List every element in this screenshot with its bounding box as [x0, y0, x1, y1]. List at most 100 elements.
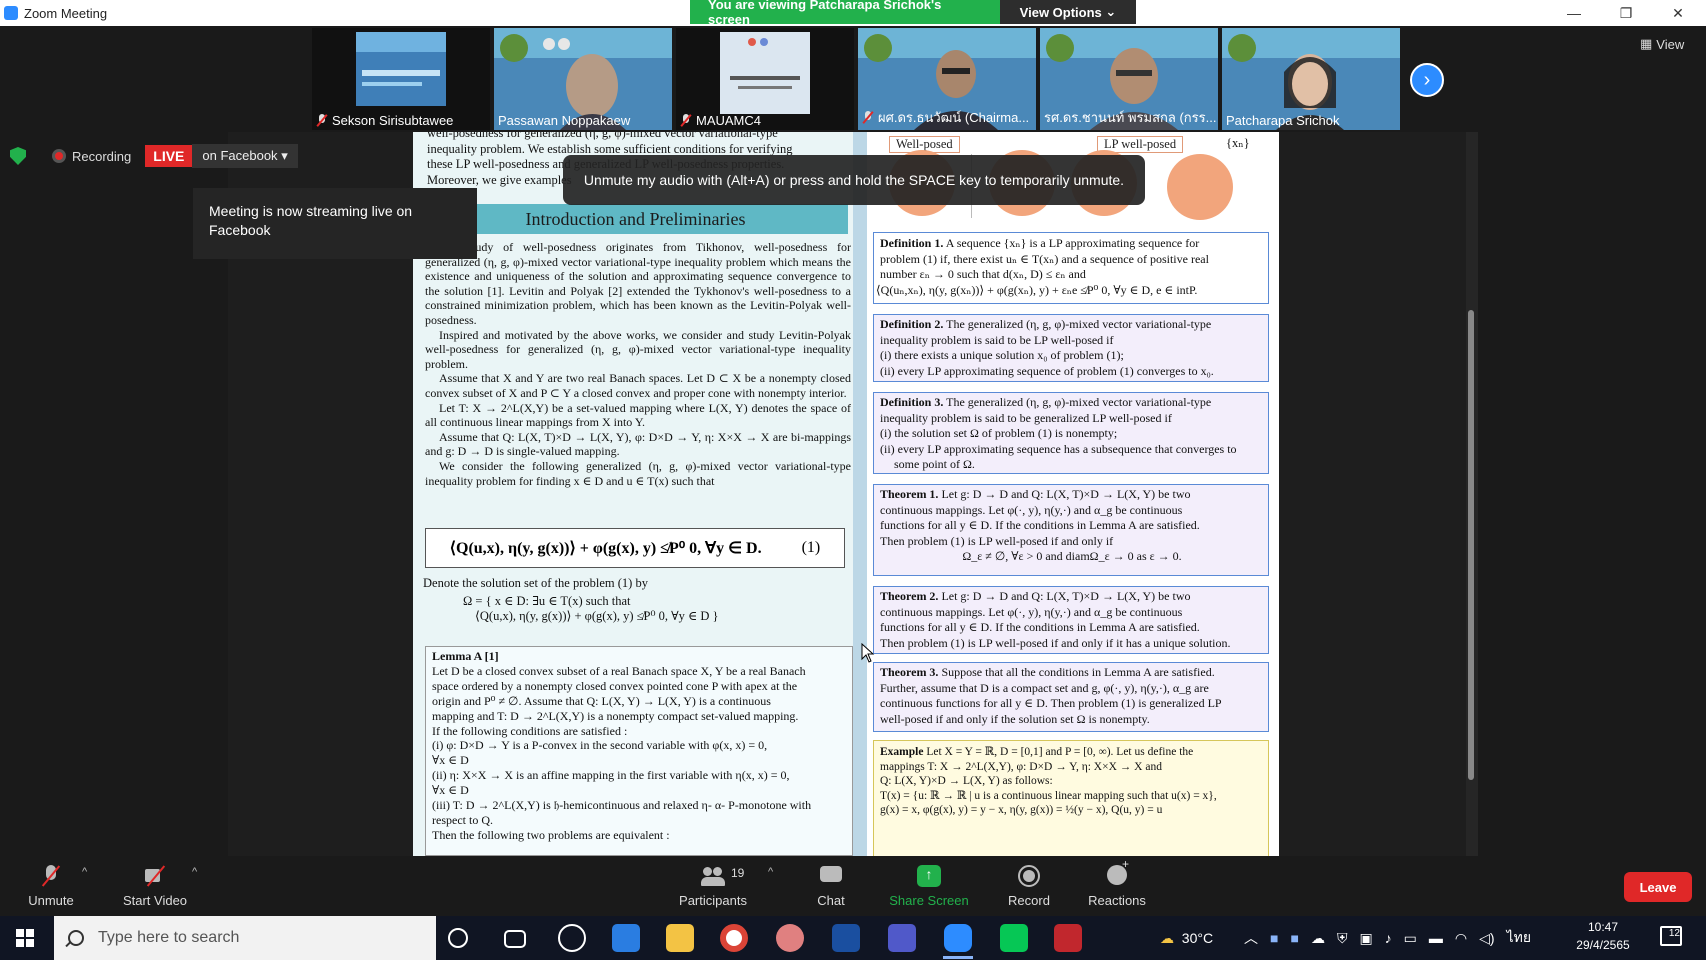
- participant-tile[interactable]: รศ.ดร.ชานนท์ พรมสกล (กรร...: [1040, 28, 1218, 130]
- window-title: Zoom Meeting: [24, 5, 108, 21]
- share-screen-button[interactable]: Share Screen: [884, 856, 974, 916]
- tray-app-icon[interactable]: ■: [1270, 930, 1278, 946]
- theorem-line: continuous mappings. Let φ(·, y), η(y,·)…: [880, 604, 1183, 619]
- definition-line: A sequence {xₙ} is a LP approximating se…: [945, 236, 1200, 250]
- participant-tile[interactable]: Passawan Noppakaew: [494, 28, 672, 130]
- mail-icon[interactable]: [612, 924, 640, 952]
- facebook-label: on Facebook: [202, 148, 278, 163]
- definition-title: Definition 3.: [880, 395, 944, 409]
- participant-name: รศ.ดร.ชานนท์ พรมสกล (กรร...: [1044, 110, 1217, 125]
- start-video-label: Start Video: [122, 892, 188, 908]
- task-view-icon[interactable]: [504, 930, 526, 948]
- language-indicator[interactable]: ไทย: [1507, 927, 1531, 949]
- weather-widget[interactable]: ☁ 30°C: [1160, 916, 1213, 960]
- participant-tile[interactable]: Sekson Sirisubtawee: [312, 28, 490, 130]
- theorem-line: continuous mappings. Let φ(·, y), η(y,·)…: [880, 502, 1183, 517]
- theorem-line: well-posed if and only if the solution s…: [880, 711, 1150, 726]
- tray-webex-icon[interactable]: ■: [1290, 930, 1298, 946]
- live-badge: LIVE: [145, 145, 193, 167]
- chrome-icon[interactable]: [720, 924, 748, 952]
- example-line: g(x) = x, φ(g(x), y) = y − x, η(y, g(x))…: [880, 804, 1163, 816]
- example-box: Example Let X = Y = ℝ, D = [0,1] and P =…: [873, 740, 1269, 856]
- chat-button[interactable]: Chat: [806, 856, 856, 916]
- video-options-caret-icon[interactable]: ^: [192, 866, 197, 878]
- participant-name: MAUAMC4: [696, 113, 762, 128]
- record-button[interactable]: Record: [1000, 856, 1058, 916]
- active-app-indicator: [943, 956, 973, 959]
- taskbar-search-box[interactable]: Type here to search: [54, 916, 436, 960]
- tray-device-icon[interactable]: ▣: [1359, 930, 1372, 947]
- participant-name: Passawan Noppakaew: [498, 113, 631, 128]
- view-options-button[interactable]: View Options ⌄: [1000, 0, 1136, 24]
- reactions-button[interactable]: Reactions: [1080, 856, 1154, 916]
- onedrive-icon[interactable]: ☁: [1311, 930, 1325, 947]
- next-page-button[interactable]: ›: [1410, 63, 1444, 97]
- definition-line: ⟨Q(uₙ,xₙ), η(y, g(xₙ))⟩ + φ(g(xₙ), y) + …: [876, 282, 1198, 297]
- view-options-label: View Options: [1019, 4, 1102, 20]
- unmute-button[interactable]: Unmute: [18, 856, 84, 916]
- lemma-line: origin and P⁰ ≠ ∅. Assume that Q: L(X, Y…: [432, 693, 771, 708]
- record-icon: [1017, 864, 1041, 887]
- restore-button[interactable]: ❐: [1600, 0, 1652, 26]
- line-app-icon[interactable]: [1000, 924, 1028, 952]
- snipping-tool-icon[interactable]: [776, 924, 804, 952]
- webex-icon[interactable]: [832, 924, 860, 952]
- recording-label[interactable]: Recording: [72, 149, 131, 164]
- lemma-line: mapping and T: D → 2^L(X,Y) is a nonempt…: [432, 708, 799, 723]
- teams-icon[interactable]: [888, 924, 916, 952]
- video-off-icon: [143, 865, 167, 887]
- security-icon[interactable]: ⛨: [1337, 930, 1348, 947]
- search-placeholder: Type here to search: [98, 929, 240, 946]
- participant-tile[interactable]: Patcharapa Srichok: [1222, 28, 1400, 130]
- security-shield-icon[interactable]: [10, 147, 26, 165]
- example-title: Example: [880, 746, 924, 758]
- view-button[interactable]: ▦ View: [1640, 36, 1684, 52]
- definition-line: (ii) every LP approximating sequence has…: [880, 441, 1237, 456]
- share-scrollbar-thumb[interactable]: [1468, 310, 1474, 780]
- participant-tile[interactable]: ผศ.ดร.ธนวัฒน์ (Chairma...: [858, 28, 1036, 130]
- definition-line: number εₙ → 0 such that d(xₙ, D) ≤ εₙ an…: [880, 267, 1086, 281]
- taskbar-clock[interactable]: 10:47 29/4/2565: [1568, 918, 1638, 954]
- wifi-icon[interactable]: ◠: [1455, 930, 1467, 947]
- microphone-icon[interactable]: ♪: [1385, 930, 1392, 946]
- volume-icon[interactable]: ◁): [1479, 930, 1494, 947]
- lemma-line: (iii) T: D → 2^L(X,Y) is 𝔥-hemicontinuou…: [432, 798, 812, 813]
- tray-chevron-up-icon[interactable]: ︿: [1244, 928, 1258, 948]
- participant-video-strip: Sekson Sirisubtawee Passawan Noppakaew M…: [312, 28, 1400, 130]
- participant-tile[interactable]: MAUAMC4: [676, 28, 854, 130]
- temperature: 30°C: [1181, 930, 1214, 946]
- share-screen-icon: [917, 864, 941, 887]
- close-button[interactable]: ✕: [1652, 0, 1704, 26]
- minimize-button[interactable]: —: [1548, 0, 1600, 26]
- muted-mic-icon: [316, 114, 328, 127]
- reactions-icon: [1105, 857, 1129, 887]
- sequence-label: {xₙ}: [1226, 136, 1250, 150]
- zoom-taskbar-icon[interactable]: [944, 924, 972, 952]
- definition-title: Definition 1.: [880, 236, 944, 250]
- definition-3-box: Definition 3. The generalized (η, g, φ)-…: [873, 392, 1269, 474]
- start-video-button[interactable]: Start Video: [114, 856, 196, 916]
- windows-start-icon[interactable]: [16, 929, 34, 947]
- participant-name: Sekson Sirisubtawee: [332, 113, 454, 128]
- file-explorer-icon[interactable]: [666, 924, 694, 952]
- theorem-3-box: Theorem 3. Suppose that all the conditio…: [873, 662, 1269, 732]
- cortana-icon[interactable]: [448, 928, 468, 948]
- muted-mic-icon: [862, 111, 874, 124]
- battery-icon[interactable]: ▬: [1429, 930, 1443, 946]
- participants-label: Participants: [679, 892, 747, 908]
- audio-options-caret-icon[interactable]: ^: [82, 866, 87, 878]
- dell-icon[interactable]: [558, 924, 586, 952]
- theorem-1-box: Theorem 1. Let g: D → D and Q: L(X, T)×D…: [873, 484, 1269, 576]
- live-facebook-dropdown[interactable]: on Facebook ▾: [192, 144, 298, 168]
- lemma-line: If the following conditions are satisfie…: [432, 723, 628, 738]
- acrobat-icon[interactable]: [1054, 924, 1082, 952]
- clock-time: 10:47: [1587, 920, 1619, 934]
- theorem-title: Theorem 1.: [880, 487, 939, 501]
- tray-display-icon[interactable]: ▭: [1404, 930, 1417, 947]
- participants-caret-icon[interactable]: ^: [768, 866, 773, 878]
- notification-center-icon[interactable]: 12: [1660, 926, 1682, 946]
- participants-button[interactable]: Participants: [670, 856, 756, 916]
- leave-button[interactable]: Leave: [1624, 872, 1692, 902]
- intro-text: The study of well-posedness originates f…: [425, 240, 851, 488]
- search-icon: [68, 930, 84, 946]
